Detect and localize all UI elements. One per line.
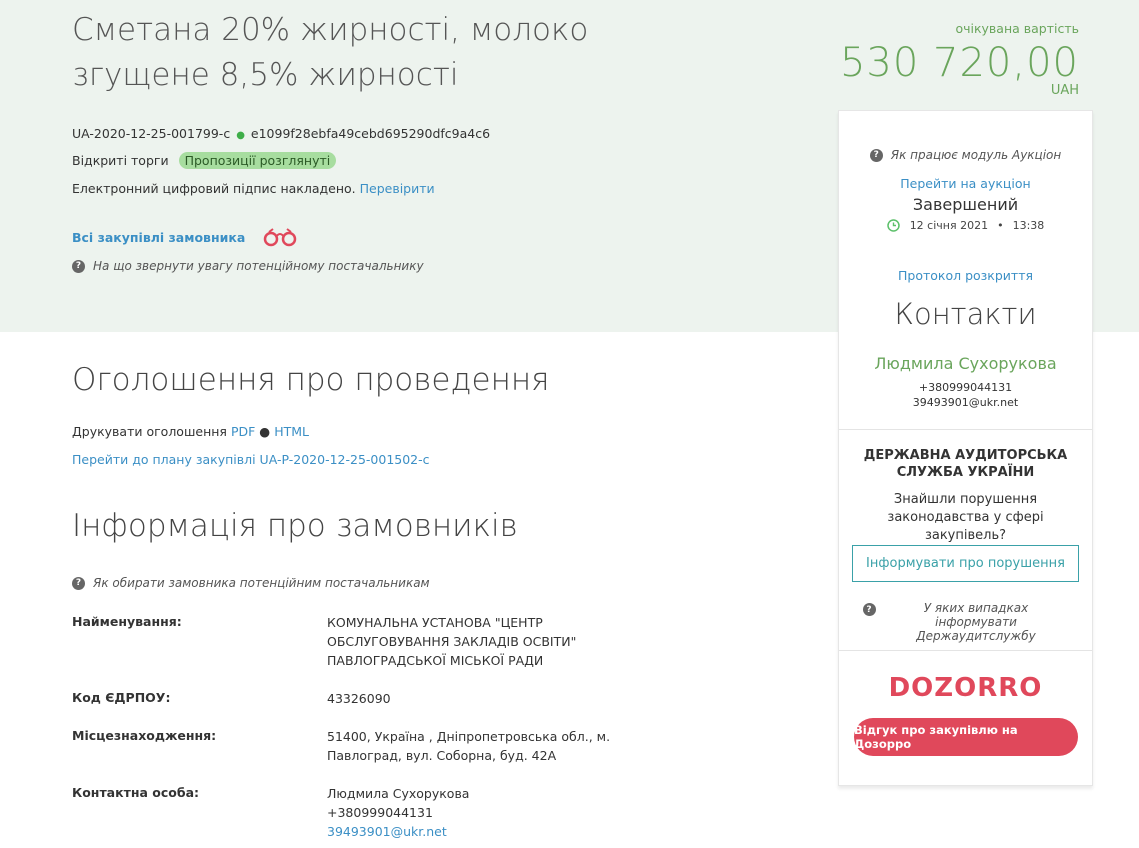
contact-person-label: Контактна особа:: [72, 785, 200, 800]
dozorro-logo: DOZORRO: [888, 673, 1043, 703]
dot-separator-icon: ●: [259, 424, 271, 439]
auction-date: 12 січня 2021: [909, 219, 989, 232]
audit-help-text: У яких випадках інформувати Держаудитслу…: [916, 601, 1036, 643]
audit-question: Знайшли порушення законодавства у сфері …: [887, 492, 1044, 543]
print-label: Друкувати оголошення: [72, 424, 227, 439]
procedure-type-line: Відкриті торги Пропозиції розглянуті: [72, 152, 337, 169]
edrpou-value: 43326090: [327, 691, 391, 706]
question-icon: ?: [862, 603, 876, 616]
tender-id: UA-2020-12-25-001799-c: [72, 126, 231, 141]
divider: [839, 650, 1092, 651]
contact-email: 39493901@ukr.net: [912, 396, 1019, 409]
announcement-title: Оголошення про проведення: [72, 362, 550, 398]
contact-name: Людмила Сухорукова: [874, 354, 1057, 373]
question-icon: ?: [72, 576, 85, 590]
protocol-link[interactable]: Протокол розкриття: [839, 268, 1092, 283]
attention-help[interactable]: ? На що звернути увагу потенційному пост…: [72, 259, 424, 273]
contact-phone: +380999044131: [918, 381, 1013, 394]
auction-link[interactable]: Перейти на аукціон: [839, 176, 1092, 191]
customer-help-text: Як обирати замовника потенційним постача…: [93, 576, 430, 590]
procurement-plan-link[interactable]: Перейти до плану закупівлі UA-P-2020-12-…: [72, 452, 430, 467]
procedure-type: Відкриті торги: [72, 153, 169, 168]
status-badge: Пропозиції розглянуті: [178, 152, 337, 169]
all-purchases-link[interactable]: Всі закупівлі замовника: [72, 230, 245, 245]
contact-person-email-link[interactable]: 39493901@ukr.net: [327, 824, 447, 839]
auction-help[interactable]: ? Як працює модуль Аукціон: [839, 148, 1092, 162]
dozorro-review-button[interactable]: Відгук про закупівлю на Дозорро: [854, 718, 1078, 756]
contact-person-name: Людмила Сухорукова: [327, 786, 470, 801]
expected-price: 530 720,00: [839, 40, 1079, 86]
contacts-title: Контакти: [894, 297, 1037, 331]
question-icon: ?: [72, 259, 85, 273]
attention-help-text: На що звернути увагу потенційному постач…: [93, 259, 424, 273]
tender-title: Сметана 20% жирності, молоко згущене 8,5…: [72, 12, 589, 93]
signature-text: Електронний цифровий підпис накладено.: [72, 181, 356, 196]
sidebar-panel: ? Як працює модуль Аукціон Перейти на ау…: [838, 110, 1093, 786]
clock-icon: [886, 219, 900, 232]
auction-status: Завершений: [912, 195, 1019, 214]
print-pdf-link[interactable]: PDF: [231, 424, 255, 439]
contact-person-value: Людмила Сухорукова +380999044131 3949390…: [327, 784, 469, 841]
edrpou-label: Код ЄДРПОУ:: [72, 690, 171, 705]
divider: [839, 429, 1092, 430]
contact-person-phone: +380999044131: [327, 805, 433, 820]
dot-separator-icon: •: [997, 219, 1004, 232]
signature-line: Електронний цифровий підпис накладено. П…: [72, 181, 435, 196]
location-label: Місцезнаходження:: [72, 728, 217, 743]
auction-help-text: Як працює модуль Аукціон: [890, 148, 1062, 162]
verify-signature-link[interactable]: Перевірити: [360, 181, 435, 196]
location-value: 51400, Україна , Дніпропетровська обл., …: [327, 729, 611, 763]
binoculars-icon[interactable]: [261, 227, 299, 247]
currency: UAH: [1050, 83, 1079, 98]
report-violation-button[interactable]: Інформувати про порушення: [852, 545, 1079, 582]
customer-name-value: КОМУНАЛЬНА УСТАНОВА "ЦЕНТР ОБСЛУГОВУВАНН…: [327, 615, 577, 668]
price-label: очікувана вартість: [955, 21, 1079, 36]
auction-datetime: 12 січня 2021 • 13:38: [839, 219, 1092, 232]
customer-help[interactable]: ? Як обирати замовника потенційним поста…: [72, 576, 430, 590]
dot-separator-icon: ●: [236, 130, 245, 141]
customer-info-title: Інформація про замовників: [72, 508, 518, 544]
audit-help[interactable]: ? У яких випадках інформувати Держаудитс…: [839, 601, 1092, 643]
question-icon: ?: [869, 148, 883, 162]
print-html-link[interactable]: HTML: [274, 424, 309, 439]
auction-time: 13:38: [1012, 219, 1045, 232]
tender-hash: e1099f28ebfa49cebd695290dfc9a4c6: [250, 126, 491, 141]
all-purchases-row: Всі закупівлі замовника: [72, 227, 299, 247]
customer-name-label: Найменування:: [72, 614, 182, 629]
tender-id-line: UA-2020-12-25-001799-c ● e1099f28ebfa49c…: [72, 126, 490, 141]
audit-service-title: ДЕРЖАВНА АУДИТОРСЬКА СЛУЖБА УКРАЇНИ: [863, 448, 1068, 480]
print-announcement: Друкувати оголошення PDF ● HTML: [72, 424, 309, 439]
